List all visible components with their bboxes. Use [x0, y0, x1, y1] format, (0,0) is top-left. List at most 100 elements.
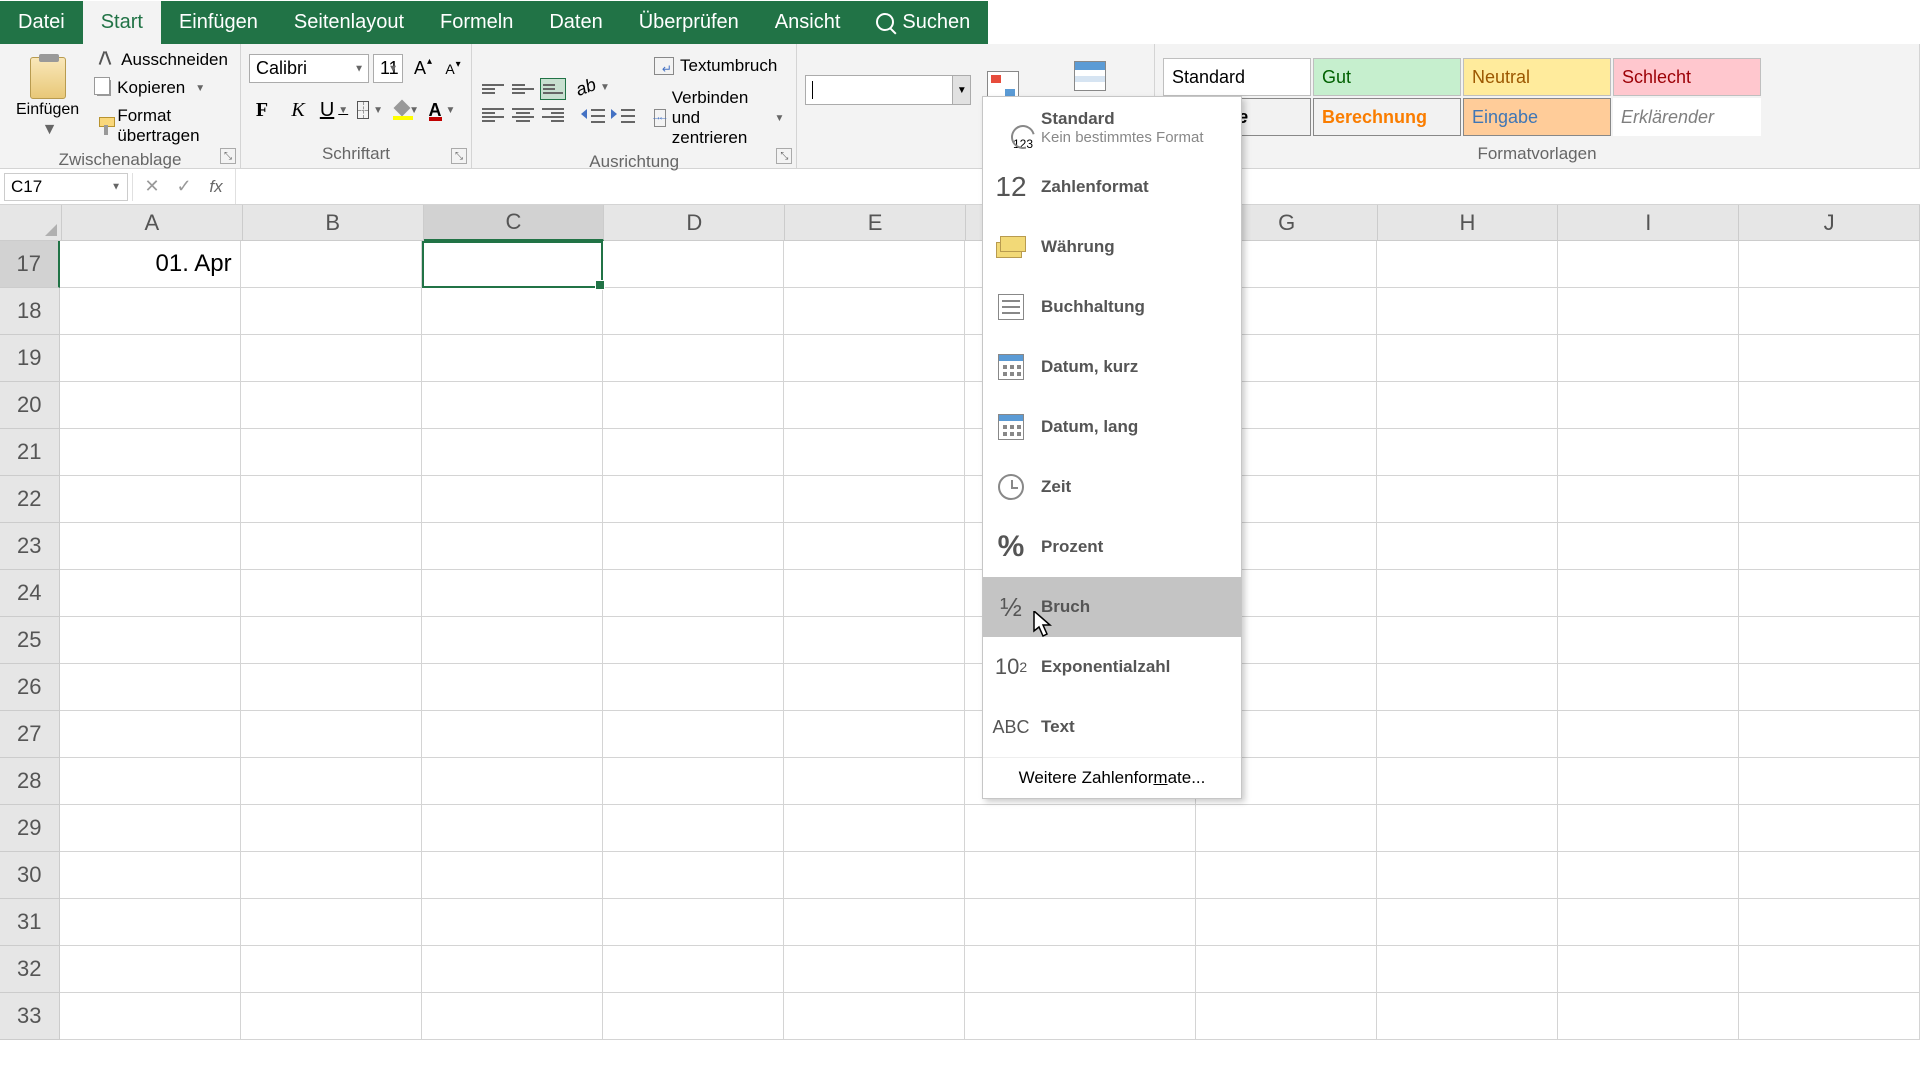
row-header-26[interactable]: 26 [0, 664, 60, 711]
cell[interactable] [784, 946, 965, 993]
cell[interactable] [60, 476, 241, 523]
cell[interactable] [603, 429, 784, 476]
cell[interactable] [422, 946, 603, 993]
cell[interactable] [241, 382, 422, 429]
cell[interactable] [422, 993, 603, 1040]
cell[interactable] [784, 570, 965, 617]
format-option-scientific[interactable]: 102 Exponentialzahl [983, 637, 1241, 697]
cell[interactable] [784, 523, 965, 570]
cell[interactable] [60, 805, 241, 852]
row-header-18[interactable]: 18 [0, 288, 60, 335]
cell[interactable] [784, 664, 965, 711]
cell[interactable] [241, 711, 422, 758]
cell[interactable] [1377, 993, 1558, 1040]
cell[interactable] [1377, 335, 1558, 382]
row-header-19[interactable]: 19 [0, 335, 60, 382]
cell[interactable] [60, 288, 241, 335]
copy-button[interactable]: Kopieren ▼ [93, 76, 232, 100]
row-header-27[interactable]: 27 [0, 711, 60, 758]
cell[interactable] [1739, 899, 1920, 946]
cell[interactable] [241, 852, 422, 899]
grow-font-button[interactable]: A [407, 56, 433, 82]
row-header-32[interactable]: 32 [0, 946, 60, 993]
style-gut[interactable]: Gut [1313, 58, 1461, 96]
row-header-25[interactable]: 25 [0, 617, 60, 664]
confirm-button[interactable]: ✓ [169, 173, 199, 201]
cell[interactable] [1739, 335, 1920, 382]
select-all-corner[interactable] [0, 205, 62, 241]
row-header-22[interactable]: 22 [0, 476, 60, 523]
cell[interactable] [1196, 899, 1377, 946]
style-berechnung[interactable]: Berechnung [1313, 98, 1461, 136]
cell[interactable] [241, 335, 422, 382]
cell[interactable] [422, 852, 603, 899]
tab-datei[interactable]: Datei [0, 1, 83, 44]
cell[interactable] [1739, 617, 1920, 664]
style-erklaerender[interactable]: Erklärender [1613, 98, 1761, 136]
font-color-button[interactable]: A ▼ [429, 97, 455, 123]
format-option-long-date[interactable]: Datum, lang [983, 397, 1241, 457]
tab-search[interactable]: Suchen [858, 1, 988, 44]
cell[interactable] [1558, 805, 1739, 852]
cell[interactable] [784, 429, 965, 476]
row-header-28[interactable]: 28 [0, 758, 60, 805]
cell[interactable] [603, 523, 784, 570]
cell[interactable] [603, 617, 784, 664]
style-standard[interactable]: Standard [1163, 58, 1311, 96]
cell[interactable] [784, 476, 965, 523]
cell[interactable] [603, 758, 784, 805]
cell[interactable] [603, 288, 784, 335]
italic-button[interactable]: K [285, 97, 311, 123]
cell[interactable] [241, 617, 422, 664]
cell[interactable] [422, 382, 603, 429]
cell[interactable] [422, 288, 603, 335]
cell[interactable] [422, 805, 603, 852]
col-header-H[interactable]: H [1378, 205, 1559, 241]
cell[interactable] [784, 899, 965, 946]
cell[interactable] [603, 899, 784, 946]
cell[interactable] [60, 382, 241, 429]
name-box[interactable]: C17 ▼ [4, 173, 128, 201]
cell[interactable] [1377, 711, 1558, 758]
cell[interactable] [784, 852, 965, 899]
cell[interactable] [1377, 805, 1558, 852]
font-name-combo[interactable]: Calibri ▼ [249, 54, 369, 83]
align-bottom-button[interactable] [540, 78, 566, 100]
cell[interactable] [1558, 852, 1739, 899]
row-header-30[interactable]: 30 [0, 852, 60, 899]
col-header-A[interactable]: A [62, 205, 243, 241]
cell[interactable] [1558, 758, 1739, 805]
insert-function-button[interactable]: fx [201, 173, 231, 201]
row-header-24[interactable]: 24 [0, 570, 60, 617]
cell[interactable] [241, 899, 422, 946]
cell[interactable] [784, 382, 965, 429]
cell[interactable] [965, 993, 1196, 1040]
row-header-31[interactable]: 31 [0, 899, 60, 946]
cell[interactable] [603, 711, 784, 758]
more-number-formats[interactable]: Weitere Zahlenformate... [983, 757, 1241, 798]
cell[interactable] [60, 570, 241, 617]
cell[interactable] [60, 429, 241, 476]
cell[interactable] [1377, 288, 1558, 335]
cell[interactable] [1558, 946, 1739, 993]
cell[interactable] [965, 899, 1196, 946]
row-header-17[interactable]: 17 [0, 241, 60, 288]
cell[interactable] [965, 946, 1196, 993]
cell[interactable] [603, 382, 784, 429]
cell[interactable] [1377, 758, 1558, 805]
orientation-button[interactable]: ab ▼ [580, 74, 606, 100]
cell[interactable] [1377, 852, 1558, 899]
cell[interactable] [422, 758, 603, 805]
cell[interactable] [1739, 523, 1920, 570]
cell[interactable] [603, 476, 784, 523]
cell[interactable] [1377, 241, 1558, 288]
number-format-dropdown-button[interactable]: ▼ [952, 76, 970, 104]
cell[interactable] [1558, 429, 1739, 476]
cell[interactable] [60, 946, 241, 993]
cell[interactable] [1739, 993, 1920, 1040]
cell[interactable] [241, 523, 422, 570]
fill-color-button[interactable]: ▼ [393, 97, 419, 123]
row-header-21[interactable]: 21 [0, 429, 60, 476]
cell[interactable] [241, 946, 422, 993]
cell[interactable] [1739, 382, 1920, 429]
